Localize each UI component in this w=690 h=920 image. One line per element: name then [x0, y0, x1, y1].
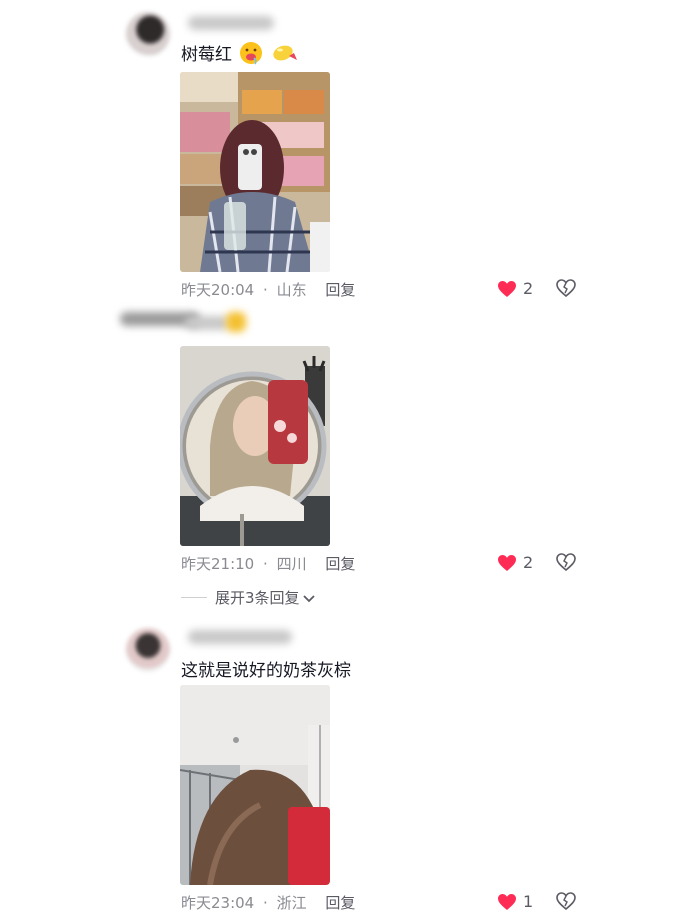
broken-heart-icon: [556, 892, 576, 911]
reply-button[interactable]: 回复: [325, 894, 355, 912]
comment-time: 昨天23:04: [181, 894, 255, 912]
lemon-emoji: [271, 42, 299, 69]
reply-button[interactable]: 回复: [325, 555, 355, 573]
dislike-button[interactable]: [556, 553, 576, 575]
hair-selfie-with-red-phone-photo[interactable]: [180, 685, 330, 885]
separator: ·: [263, 281, 268, 299]
heart-filled-icon: [498, 893, 516, 910]
comment-time: 昨天21:10: [181, 555, 255, 573]
comment-text-content: 树莓红: [181, 45, 232, 65]
drooling-face-emoji: [239, 41, 263, 70]
divider-line: [181, 597, 207, 598]
username-blurred[interactable]: [188, 16, 274, 30]
separator: ·: [263, 894, 268, 912]
comment-meta: 昨天21:10 · 四川 回复: [181, 553, 355, 574]
chevron-down-icon: [302, 594, 315, 602]
heart-filled-icon: [498, 280, 516, 297]
expand-replies-button[interactable]: 展开3条回复: [181, 587, 316, 608]
comment-location: 浙江: [276, 894, 307, 912]
like-button[interactable]: 2: [497, 279, 533, 298]
comment-text: 这就是说好的奶茶灰棕: [181, 656, 351, 681]
mirror-selfie-in-store-photo[interactable]: [180, 72, 330, 272]
comment-time: 昨天20:04: [181, 281, 255, 299]
username-blurred[interactable]: [185, 316, 229, 330]
like-count: 1: [523, 892, 534, 911]
dislike-button[interactable]: [556, 279, 576, 301]
username-emoji-blurred: [226, 312, 246, 332]
broken-heart-icon: [556, 553, 576, 572]
comment-meta: 昨天20:04 · 山东 回复: [181, 279, 355, 300]
comment-meta: 昨天23:04 · 浙江 回复: [181, 892, 355, 913]
broken-heart-icon: [556, 279, 576, 298]
round-mirror-selfie-photo[interactable]: [180, 346, 330, 546]
comment-location: 四川: [276, 555, 307, 573]
avatar[interactable]: [126, 12, 170, 56]
comment-location: 山东: [276, 281, 307, 299]
comment-text-content: 这就是说好的奶茶灰棕: [181, 661, 351, 681]
separator: ·: [263, 555, 268, 573]
username-blurred[interactable]: [188, 630, 292, 644]
avatar[interactable]: [126, 628, 170, 672]
expand-replies-label: 展开3条回复: [215, 589, 300, 607]
like-count: 2: [523, 279, 534, 298]
dislike-button[interactable]: [556, 892, 576, 914]
heart-filled-icon: [498, 554, 516, 571]
like-count: 2: [523, 553, 534, 572]
comment-text: 树莓红: [181, 40, 299, 70]
like-button[interactable]: 2: [497, 553, 533, 572]
like-button[interactable]: 1: [497, 892, 533, 911]
reply-button[interactable]: 回复: [325, 281, 355, 299]
